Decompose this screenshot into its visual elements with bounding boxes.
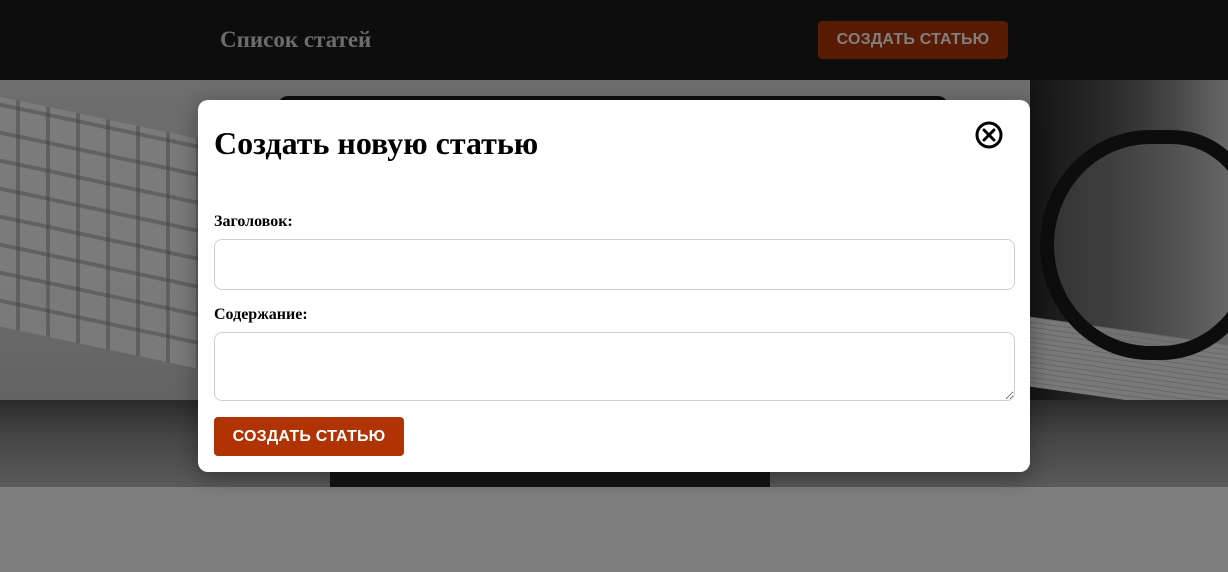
submit-create-article-button[interactable]: СОЗДАТЬ СТАТЬЮ xyxy=(214,417,404,456)
close-circle-icon xyxy=(974,120,1004,150)
title-input[interactable] xyxy=(214,239,1015,290)
title-field-label: Заголовок: xyxy=(214,213,293,230)
create-article-modal: Создать новую статью Заголовок: Содержан… xyxy=(198,100,1030,472)
content-field-label: Содержание: xyxy=(214,306,308,323)
modal-title: Создать новую статью xyxy=(214,125,539,161)
content-textarea[interactable] xyxy=(214,332,1015,401)
modal-close-button[interactable] xyxy=(974,120,1004,150)
